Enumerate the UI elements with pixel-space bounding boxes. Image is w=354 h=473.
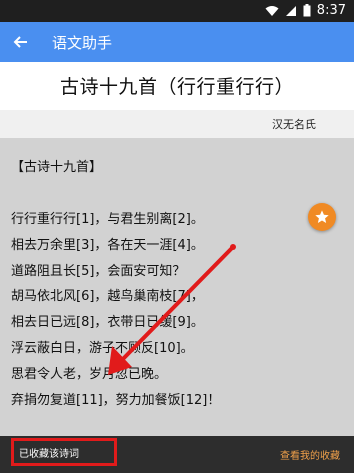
back-arrow-icon	[13, 36, 27, 48]
wifi-icon	[265, 5, 279, 16]
favorite-fab-button[interactable]	[308, 203, 336, 231]
poem-line: 行行重行行[1]，与君生别离[2]。	[11, 212, 204, 227]
poem-title: 古诗十九首（行行重行行）	[59, 75, 294, 98]
app-bar: 语文助手	[0, 22, 354, 62]
back-button[interactable]	[0, 22, 40, 62]
section-title: 【古诗十九首】	[11, 160, 103, 175]
app-title: 语文助手	[52, 33, 113, 52]
collected-status-button[interactable]: 已收藏该诗词	[11, 438, 117, 466]
poem-line: 相去万余里[3]，各在天一涯[4]。	[11, 237, 204, 253]
poem-line: 弃捐勿复道[11]，努力加餐饭[12]！	[11, 392, 221, 408]
status-bar: 8:37	[0, 0, 354, 22]
star-icon	[315, 210, 329, 223]
collected-label: 已收藏该诗词	[19, 448, 79, 460]
poem-line: 思君令人老，岁月忽已晚。	[11, 366, 168, 382]
status-icons: 8:37	[265, 3, 346, 18]
battery-icon	[303, 4, 311, 17]
poem-author: 汉无名氏	[272, 118, 316, 131]
my-collection-link[interactable]: 查看我的收藏	[280, 447, 340, 462]
poem-line: 浮云蔽白日，游子不顾反[10]。	[11, 340, 194, 356]
poem-line: 胡马依北风[6]，越鸟巢南枝[7]，	[11, 289, 204, 305]
poem-line: 道路阻且长[5]，会面安可知？	[11, 263, 186, 279]
poem-lines: 行行重行行[1]，与君生别离[2]。 相去万余里[3]，各在天一涯[4]。 道路…	[11, 207, 311, 413]
status-time: 8:37	[316, 3, 346, 18]
signal-icon	[285, 5, 296, 16]
author-bar: 汉无名氏	[0, 110, 354, 138]
poem-content: 【古诗十九首】 行行重行行[1]，与君生别离[2]。 相去万余里[3]，各在天一…	[0, 138, 354, 436]
poem-line: 相去日已远[8]，衣带日已缓[9]。	[11, 315, 204, 331]
